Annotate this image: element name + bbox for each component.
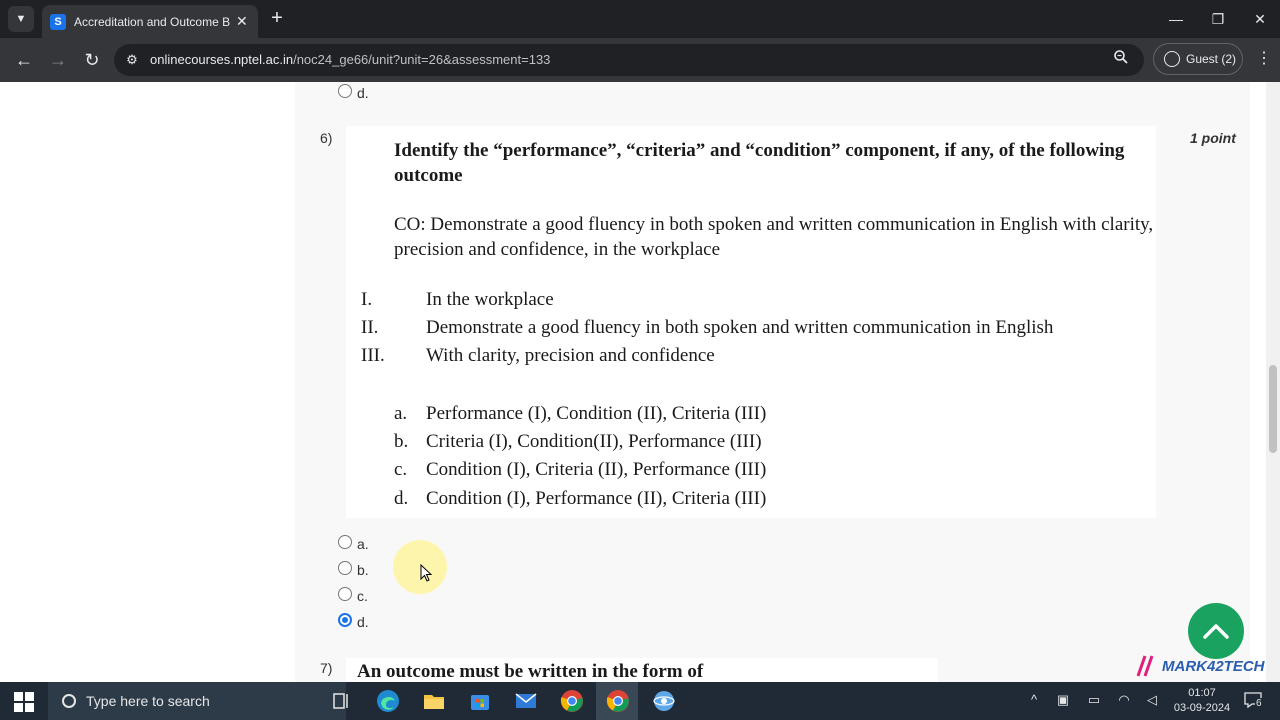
- choice-text: Condition (I), Criteria (II), Performanc…: [426, 459, 767, 480]
- site-info-icon[interactable]: ⚙: [122, 50, 142, 70]
- prev-question-option-radio[interactable]: [338, 84, 352, 98]
- url-text[interactable]: onlinecourses.nptel.ac.in/noc24_ge66/uni…: [150, 52, 550, 67]
- choice-text: Condition (I), Performance (II), Criteri…: [426, 488, 767, 509]
- minimize-icon[interactable]: —: [1156, 6, 1196, 32]
- forward-icon[interactable]: →: [46, 48, 70, 72]
- watermark-logo-icon: [1136, 655, 1154, 677]
- roman-numeral: III.: [361, 345, 385, 366]
- clock-time: 01:07: [1188, 687, 1216, 699]
- tab-title: Accreditation and Outcome Ba: [74, 14, 230, 29]
- tab-active[interactable]: S Accreditation and Outcome Ba ✕: [42, 5, 258, 38]
- profile-button[interactable]: Guest (2): [1153, 43, 1243, 75]
- zoom-icon[interactable]: [1110, 49, 1132, 71]
- windows-start-icon[interactable]: [14, 692, 34, 712]
- answer-radio-a[interactable]: [338, 535, 352, 549]
- task-view-icon[interactable]: [328, 688, 354, 714]
- tray-overflow-icon[interactable]: ^: [1024, 692, 1044, 707]
- answer-radio-d[interactable]: [338, 613, 352, 627]
- choice-letter: d.: [394, 488, 409, 509]
- choice-letter: a.: [394, 403, 408, 424]
- file-explorer-icon[interactable]: [421, 688, 447, 714]
- answer-label-b[interactable]: b.: [357, 562, 369, 578]
- back-icon[interactable]: ←: [12, 48, 36, 72]
- taskbar-search-placeholder: Type here to search: [86, 693, 210, 709]
- notification-count: 6: [1255, 698, 1263, 709]
- question-number: 6): [320, 130, 333, 146]
- watermark: MARK42TECH: [1136, 652, 1265, 680]
- chrome-icon[interactable]: [559, 688, 585, 714]
- tab-strip: ▼ S Accreditation and Outcome Ba ✕ + — ❐…: [0, 0, 1280, 38]
- question-points: 1 point: [1190, 130, 1236, 146]
- battery-icon[interactable]: ▭: [1084, 692, 1104, 708]
- answer-radio-b[interactable]: [338, 561, 352, 575]
- answer-label-d[interactable]: d.: [357, 614, 369, 630]
- question-number: 7): [320, 660, 333, 676]
- scrollbar-thumb[interactable]: [1269, 365, 1277, 453]
- tray-device-icon[interactable]: ▣: [1053, 692, 1073, 708]
- roman-numeral: II.: [361, 317, 379, 338]
- new-tab-button[interactable]: +: [266, 8, 288, 30]
- tab-search-icon[interactable]: ▼: [8, 6, 34, 32]
- answer-radio-c[interactable]: [338, 587, 352, 601]
- url-host: onlinecourses.nptel.ac.in: [150, 52, 294, 67]
- choice-text: Criteria (I), Condition(II), Performance…: [426, 431, 762, 452]
- question-title: An outcome must be written in the form o…: [357, 661, 704, 682]
- question-title: Identify the “performance”, “criteria” a…: [394, 140, 1125, 186]
- roman-numeral: I.: [361, 289, 373, 310]
- favicon-icon: S: [50, 13, 66, 30]
- prev-question-option-label: d.: [357, 85, 369, 101]
- microsoft-store-icon[interactable]: [467, 688, 493, 714]
- search-icon: [62, 694, 76, 708]
- network-app-icon[interactable]: [651, 688, 677, 714]
- choice-letter: b.: [394, 431, 409, 452]
- profile-icon: [1164, 51, 1180, 67]
- choice-text: Performance (I), Condition (II), Criteri…: [426, 403, 767, 424]
- mouse-cursor-icon: [420, 564, 432, 582]
- close-icon[interactable]: ✕: [1240, 6, 1280, 32]
- notification-icon[interactable]: 6: [1244, 692, 1264, 710]
- chrome-active-icon[interactable]: [605, 688, 631, 714]
- reload-icon[interactable]: ↻: [80, 48, 104, 72]
- volume-icon[interactable]: ◁: [1142, 692, 1162, 708]
- course-outcome-text: CO: Demonstrate a good fluency in both s…: [394, 214, 1154, 260]
- choice-letter: c.: [394, 459, 408, 480]
- profile-label: Guest (2): [1186, 52, 1237, 66]
- outcome-component: In the workplace: [426, 289, 554, 310]
- watermark-text: MARK42TECH: [1162, 657, 1265, 675]
- taskbar-search-input[interactable]: Type here to search: [48, 682, 346, 720]
- answer-label-c[interactable]: c.: [357, 588, 368, 604]
- scroll-top-button[interactable]: [1188, 603, 1244, 659]
- taskbar-clock[interactable]: 01:07 03-09-2024: [1172, 686, 1232, 716]
- edge-browser-icon[interactable]: [375, 688, 401, 714]
- wifi-icon[interactable]: ◠: [1114, 692, 1134, 708]
- answer-label-a[interactable]: a.: [357, 536, 369, 552]
- url-path: /noc24_ge66/unit?unit=26&assessment=133: [293, 52, 551, 67]
- outcome-component: With clarity, precision and confidence: [426, 345, 715, 366]
- menu-icon[interactable]: ⋮: [1256, 48, 1272, 70]
- mail-icon[interactable]: [513, 688, 539, 714]
- clock-date: 03-09-2024: [1173, 702, 1231, 714]
- outcome-component: Demonstrate a good fluency in both spoke…: [426, 317, 1054, 338]
- maximize-icon[interactable]: ❐: [1198, 6, 1238, 32]
- tab-close-icon[interactable]: ✕: [236, 13, 248, 30]
- chevron-up-icon: [1203, 624, 1229, 639]
